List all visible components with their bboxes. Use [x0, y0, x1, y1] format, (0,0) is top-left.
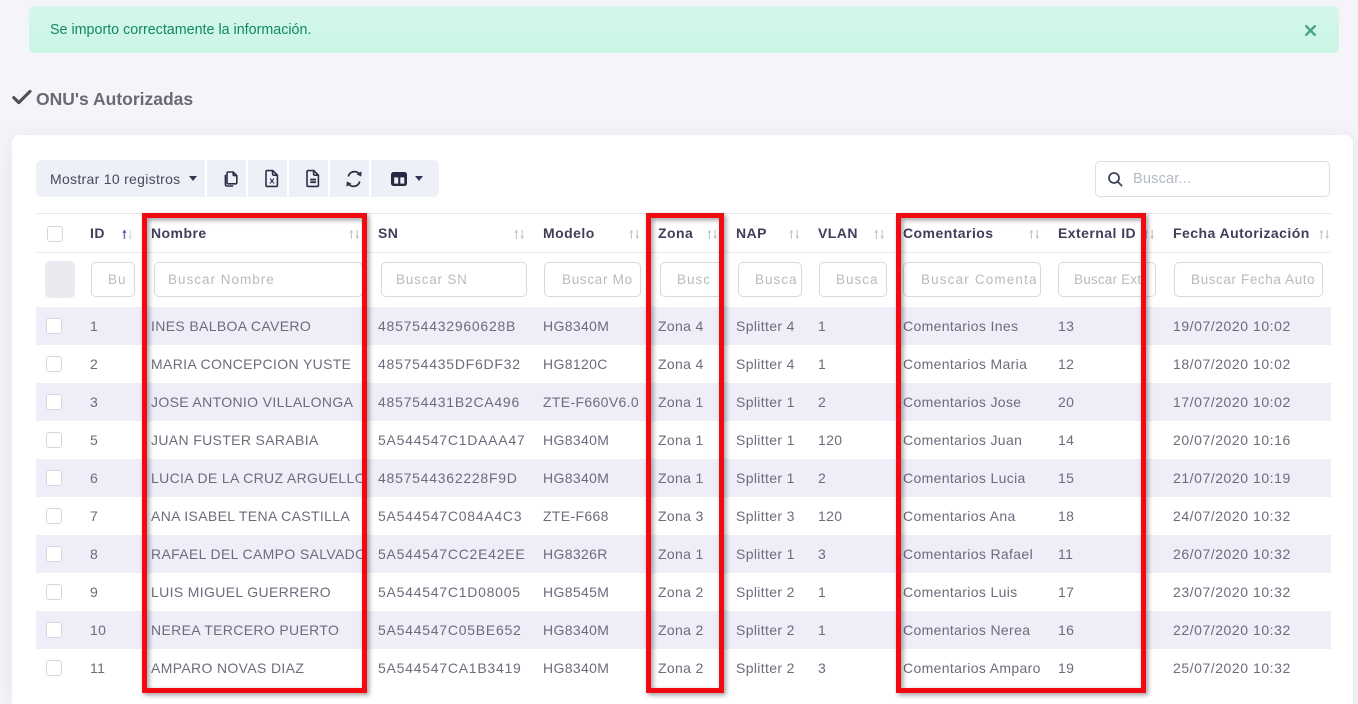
- svg-text:x: x: [269, 176, 275, 187]
